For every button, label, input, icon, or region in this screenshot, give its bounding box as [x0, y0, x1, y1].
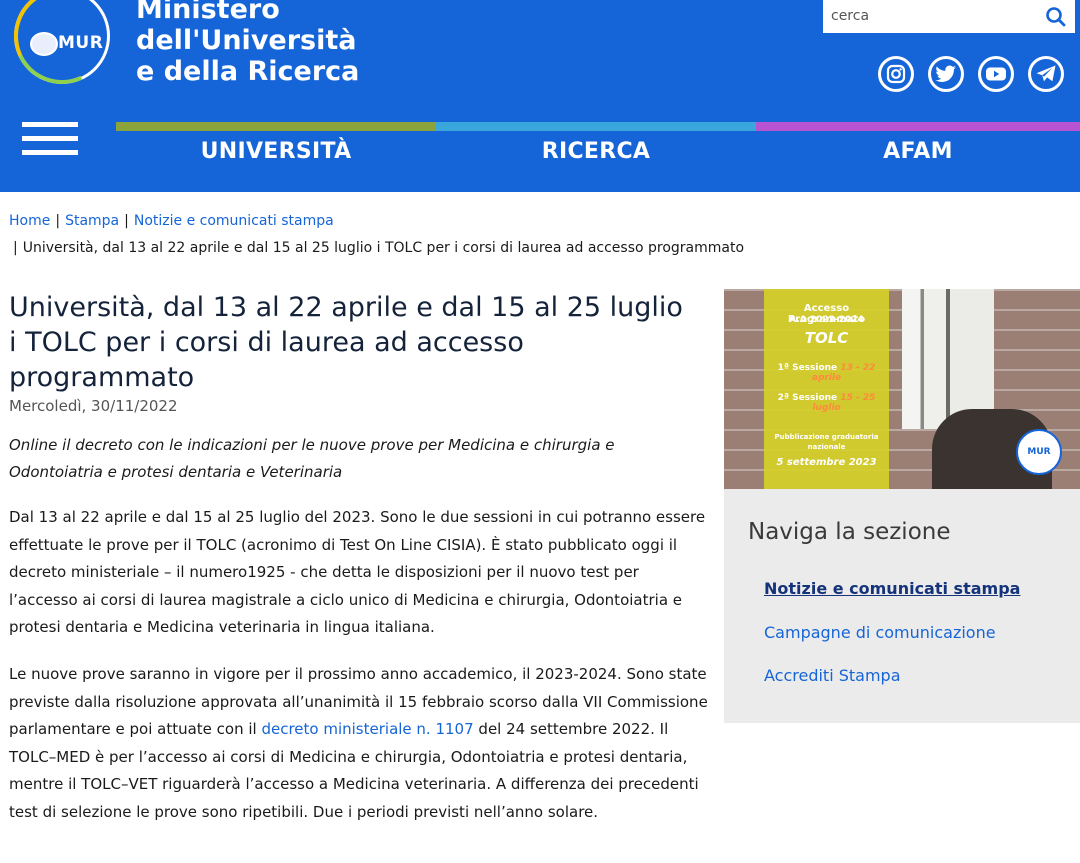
instagram-icon — [886, 64, 906, 84]
decree-link[interactable]: decreto ministeriale n. 1107 — [261, 720, 473, 738]
mur-badge-icon: MUR — [1016, 429, 1062, 475]
section-navigation: Naviga la sezione Notizie e comunicati s… — [724, 489, 1080, 723]
banner-text: 5 settembre 2023 — [776, 457, 877, 468]
youtube-link[interactable] — [978, 56, 1014, 92]
nav-ricerca[interactable]: RICERCA — [436, 122, 756, 192]
breadcrumb-separator: | — [55, 213, 61, 229]
banner-text: Pubblicazione graduatoria — [774, 433, 879, 441]
banner-session-label: 2ª Sessione — [777, 393, 838, 403]
nav-afam[interactable]: AFAM — [756, 122, 1080, 192]
nav-label: UNIVERSITÀ — [200, 139, 352, 164]
banner-session-label: 1ª Sessione — [777, 363, 838, 373]
nav-label: AFAM — [883, 139, 953, 164]
article-subtitle: Online il decreto con le indicazioni per… — [9, 436, 615, 481]
banner-text: TOLC — [804, 329, 849, 347]
section-link-notizie[interactable]: Notizie e comunicati stampa — [764, 579, 1020, 598]
nav-universita[interactable]: UNIVERSITÀ — [116, 122, 436, 192]
section-link-accrediti[interactable]: Accrediti Stampa — [764, 666, 901, 685]
article-paragraph: Le nuove prove saranno in vigore per il … — [9, 661, 709, 826]
search-input[interactable] — [831, 6, 1031, 26]
ministry-name[interactable]: Ministero dell'Università e della Ricerc… — [136, 0, 359, 87]
breadcrumb-current: | Università, dal 13 al 22 aprile e dal 1… — [9, 237, 744, 259]
breadcrumb-notizie[interactable]: Notizie e comunicati stampa — [134, 213, 334, 229]
hamburger-bar — [22, 122, 78, 127]
instagram-link[interactable] — [878, 56, 914, 92]
ministry-line: e della Ricerca — [136, 56, 360, 87]
logo-text[interactable]: MUR — [58, 33, 103, 53]
telegram-link[interactable] — [1028, 56, 1064, 92]
youtube-icon — [986, 67, 1006, 81]
banner-books — [902, 289, 994, 429]
menu-button[interactable] — [22, 122, 78, 156]
hamburger-bar — [22, 136, 78, 141]
section-link-campagne[interactable]: Campagne di comunicazione — [764, 623, 996, 642]
nav-color-bar — [756, 122, 1080, 131]
banner-session: 2ª Sessione 15 - 25 luglio — [764, 393, 889, 413]
nav-label: RICERCA — [541, 139, 651, 164]
breadcrumb-separator: | — [124, 213, 129, 229]
breadcrumb: Home | Stampa | Notizie e comunicati stampa — [9, 210, 334, 232]
twitter-link[interactable] — [928, 56, 964, 92]
article-paragraph: Dal 13 al 22 aprile e dal 15 al 25 lugli… — [9, 508, 706, 636]
breadcrumb-home[interactable]: Home — [9, 213, 50, 229]
ministry-line: Ministero — [136, 0, 280, 25]
banner-text: A.A 2023-2024 — [789, 315, 864, 325]
article-date: Mercoledì, 30/11/2022 — [9, 397, 178, 415]
section-nav-title: Naviga la sezione — [748, 519, 951, 545]
breadcrumb-current-label: Università, dal 13 al 22 aprile e dal 15… — [22, 240, 745, 256]
telegram-icon — [1036, 65, 1056, 82]
republic-emblem-icon — [30, 32, 58, 56]
article-title: Università, dal 13 al 22 aprile e dal 15… — [9, 292, 683, 393]
tolc-banner-image[interactable]: Accesso Programmato A.A 2023-2024 TOLC 1… — [724, 289, 1080, 489]
nav-color-bar — [116, 122, 436, 131]
nav-color-bar — [436, 122, 756, 131]
twitter-icon — [935, 65, 956, 82]
hamburger-bar — [22, 150, 78, 155]
search-box — [823, 0, 1075, 33]
search-icon — [1046, 7, 1066, 27]
breadcrumb-separator: | — [13, 240, 18, 256]
site-header: MUR Ministero dell'Università e della Ri… — [0, 0, 1080, 192]
search-button[interactable] — [1043, 4, 1069, 30]
ministry-line: dell'Università — [136, 25, 357, 56]
banner-session: 1ª Sessione 13 - 22 aprile — [764, 363, 889, 383]
banner-text: nazionale — [807, 443, 846, 451]
breadcrumb-stampa[interactable]: Stampa — [65, 213, 119, 229]
